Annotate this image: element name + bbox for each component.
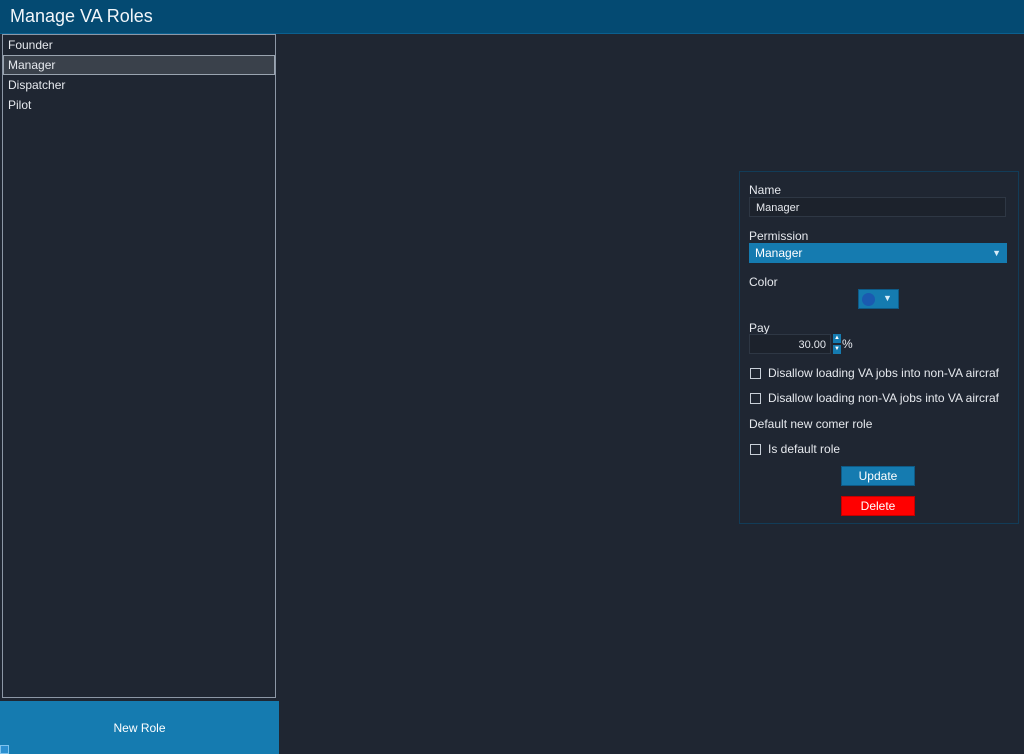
- permission-select[interactable]: Manager ▼: [749, 243, 1007, 263]
- role-item-manager[interactable]: Manager: [3, 55, 275, 75]
- increment-icon[interactable]: ▲: [833, 334, 841, 343]
- chevron-down-icon: ▼: [883, 293, 892, 303]
- is-default-role-checkbox[interactable]: [750, 443, 761, 455]
- is-default-role-row[interactable]: Is default role: [750, 441, 1014, 457]
- chevron-down-icon: ▼: [992, 248, 1001, 258]
- disallow-va-jobs-checkbox[interactable]: [750, 367, 761, 379]
- color-swatch: [862, 293, 875, 306]
- color-label: Color: [749, 275, 778, 289]
- color-picker[interactable]: ▼: [858, 289, 899, 309]
- new-role-button[interactable]: New Role: [0, 701, 279, 754]
- is-default-role-label: Is default role: [768, 442, 841, 456]
- disallow-va-jobs-label: Disallow loading VA jobs into non-VA air…: [768, 366, 1000, 380]
- disallow-va-jobs-row[interactable]: Disallow loading VA jobs into non-VA air…: [750, 365, 1014, 381]
- role-details-panel: Name Manager Permission Manager ▼ Color …: [739, 171, 1019, 524]
- title-bar: Manage VA Roles: [0, 0, 1024, 34]
- disallow-nonva-jobs-checkbox[interactable]: [750, 392, 761, 404]
- delete-button[interactable]: Delete: [841, 496, 915, 516]
- permission-label: Permission: [749, 229, 809, 243]
- disallow-nonva-jobs-label: Disallow loading non-VA jobs into VA air…: [768, 391, 1000, 405]
- name-input[interactable]: Manager: [749, 197, 1006, 217]
- pay-label: Pay: [749, 321, 770, 335]
- pay-input[interactable]: 30.00: [749, 334, 831, 354]
- pay-unit: %: [842, 337, 853, 351]
- resize-grip-icon[interactable]: [0, 745, 9, 754]
- permission-value: Manager: [755, 246, 803, 260]
- decrement-icon[interactable]: ▼: [833, 345, 841, 354]
- disallow-nonva-jobs-row[interactable]: Disallow loading non-VA jobs into VA air…: [750, 390, 1014, 406]
- role-item-founder[interactable]: Founder: [3, 35, 275, 55]
- default-role-section-label: Default new comer role: [749, 417, 873, 431]
- pay-stepper[interactable]: ▲ ▼: [833, 334, 841, 354]
- role-item-dispatcher[interactable]: Dispatcher: [3, 75, 275, 95]
- name-label: Name: [749, 183, 782, 197]
- window-title: Manage VA Roles: [10, 6, 153, 26]
- role-item-pilot[interactable]: Pilot: [3, 95, 275, 115]
- roles-list[interactable]: Founder Manager Dispatcher Pilot: [2, 34, 276, 698]
- update-button[interactable]: Update: [841, 466, 915, 486]
